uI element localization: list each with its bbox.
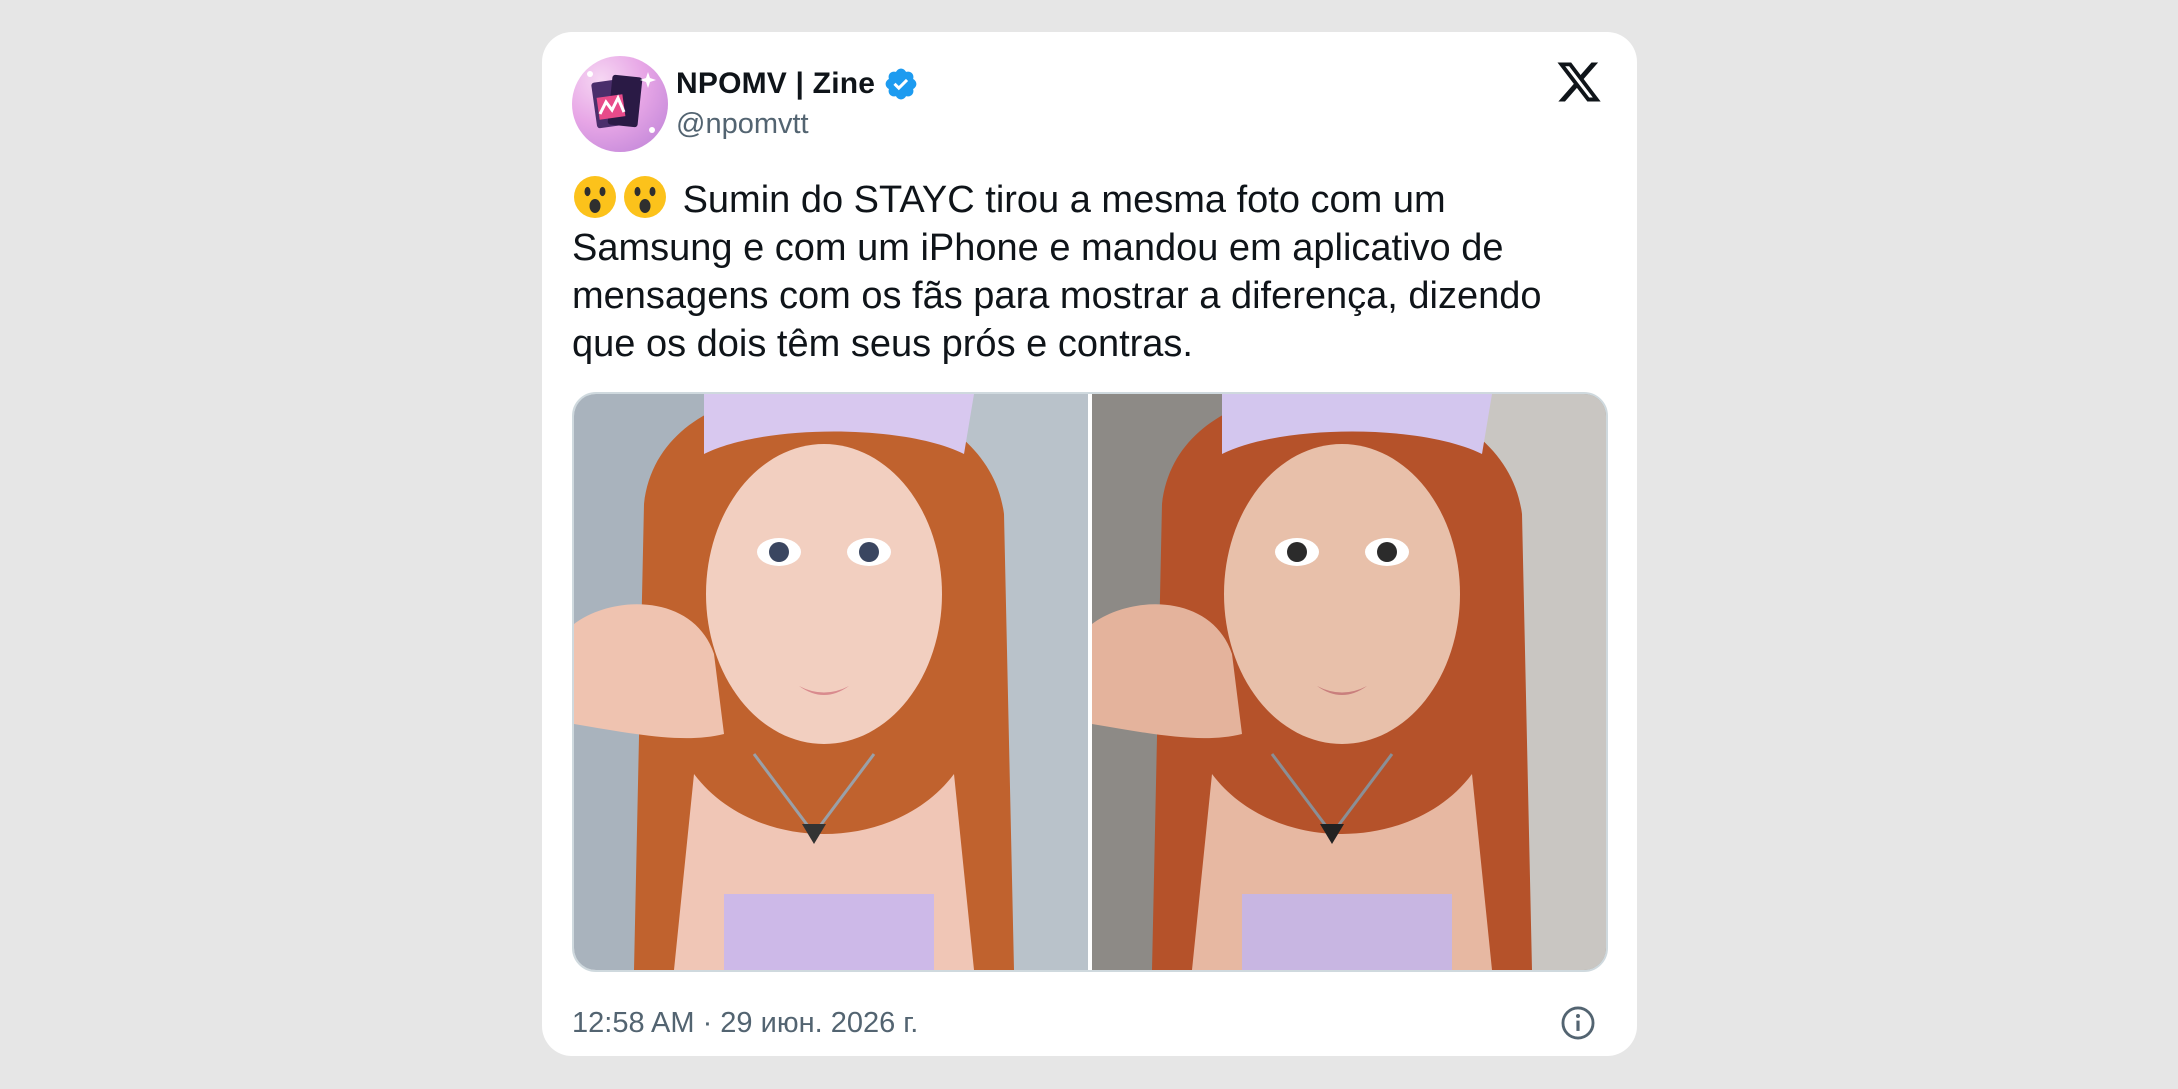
verified-badge-icon <box>885 68 917 100</box>
tweet-card: NPOMV | Zine @npomvtt Sumin do STAYC tir… <box>542 32 1637 1056</box>
photo-iphone[interactable] <box>1092 394 1606 970</box>
x-logo-icon[interactable] <box>1555 58 1603 106</box>
tweet-text: Sumin do STAYC tirou a mesma foto com um… <box>572 174 1612 368</box>
avatar[interactable] <box>572 56 668 152</box>
tweet-media[interactable] <box>572 392 1608 972</box>
author-name-row[interactable]: NPOMV | Zine <box>676 62 919 106</box>
astonished-face-emoji <box>622 174 668 220</box>
author-handle[interactable]: @npomvtt <box>676 108 809 141</box>
astonished-face-emoji <box>572 174 618 220</box>
avatar-logo-icon <box>587 71 656 133</box>
info-icon[interactable] <box>1559 1004 1597 1042</box>
tweet-body: Sumin do STAYC tirou a mesma foto com um… <box>572 179 1542 365</box>
tweet-timestamp[interactable]: 12:58 AM · 29 июн. 2026 г. <box>572 1007 918 1040</box>
author-name[interactable]: NPOMV | Zine <box>676 67 875 101</box>
photo-samsung[interactable] <box>574 394 1088 970</box>
